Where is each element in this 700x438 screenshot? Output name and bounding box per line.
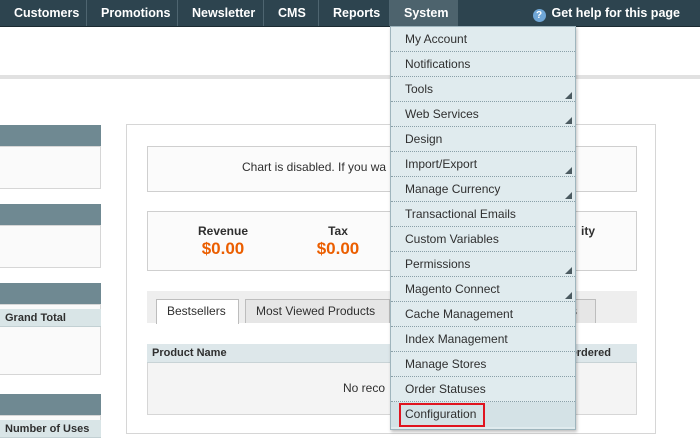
menu-item-tools[interactable]: Tools [391, 77, 575, 102]
column-product-name: Product Name [152, 347, 227, 359]
help-label: Get help for this page [551, 6, 681, 20]
nav-newsletter[interactable]: Newsletter [178, 0, 264, 26]
top-nav: Customers Promotions Newsletter CMS Repo… [0, 0, 700, 27]
system-menu-dropdown: My Account Notifications Tools Web Servi… [390, 26, 576, 430]
menu-item-design[interactable]: Design [391, 127, 575, 152]
revenue-total: Revenue $0.00 [188, 224, 258, 259]
submenu-arrow-icon [565, 117, 572, 124]
submenu-arrow-icon [565, 292, 572, 299]
menu-item-label: Cache Management [405, 307, 514, 321]
menu-item-permissions[interactable]: Permissions [391, 252, 575, 277]
menu-item-label: Magento Connect [405, 282, 500, 296]
tax-total: Tax $0.00 [303, 224, 373, 259]
menu-item-notifications[interactable]: Notifications [391, 52, 575, 77]
menu-item-label: My Account [405, 32, 468, 46]
tax-label: Tax [328, 224, 348, 238]
nav-reports[interactable]: Reports [319, 0, 390, 26]
menu-item-cache-management[interactable]: Cache Management [391, 302, 575, 327]
menu-item-label: Custom Variables [405, 232, 499, 246]
submenu-arrow-icon [565, 92, 572, 99]
number-of-uses-column-header: Number of Uses [0, 420, 101, 438]
nav-cms[interactable]: CMS [264, 0, 319, 26]
sidebar-section-header [0, 283, 101, 304]
help-link[interactable]: ? Get help for this page [532, 0, 681, 26]
menu-item-order-statuses[interactable]: Order Statuses [391, 377, 575, 402]
menu-item-label: Manage Currency [405, 182, 501, 196]
submenu-arrow-icon [565, 192, 572, 199]
menu-item-label: Manage Stores [405, 357, 487, 371]
menu-item-label: Design [405, 132, 443, 146]
menu-item-custom-variables[interactable]: Custom Variables [391, 227, 575, 252]
menu-item-label: Import/Export [405, 157, 478, 171]
tax-value: $0.00 [316, 239, 360, 258]
nav-promotions[interactable]: Promotions [87, 0, 178, 26]
menu-item-label: Transactional Emails [405, 207, 516, 221]
menu-item-label: Notifications [405, 57, 471, 71]
sidebar-section-header [0, 125, 101, 146]
help-icon: ? [532, 9, 546, 22]
quantity-total: ity [573, 224, 603, 238]
menu-item-label: Permissions [405, 257, 471, 271]
menu-item-my-account[interactable]: My Account [391, 27, 575, 52]
nav-customers[interactable]: Customers [0, 0, 87, 26]
sidebar-section-header [0, 204, 101, 225]
grand-total-column-header: Grand Total [0, 309, 101, 327]
header-divider [0, 75, 700, 79]
tab-bestsellers[interactable]: Bestsellers [156, 299, 239, 324]
sidebar-section-body [0, 225, 101, 268]
configuration-highlight-box [399, 403, 485, 427]
revenue-value: $0.00 [201, 239, 245, 258]
no-records-text: No reco [343, 381, 386, 395]
menu-item-import-export[interactable]: Import/Export [391, 152, 575, 177]
menu-item-web-services[interactable]: Web Services [391, 102, 575, 127]
menu-item-label: Order Statuses [405, 382, 486, 396]
revenue-label: Revenue [197, 224, 249, 238]
chart-disabled-text: Chart is disabled. If you wa [242, 160, 387, 174]
sidebar-section-body [0, 146, 101, 189]
menu-item-magento-connect[interactable]: Magento Connect [391, 277, 575, 302]
submenu-arrow-icon [565, 167, 572, 174]
tab-most-viewed-products[interactable]: Most Viewed Products [245, 299, 390, 323]
menu-item-index-management[interactable]: Index Management [391, 327, 575, 352]
quantity-label: ity [580, 224, 595, 238]
menu-item-transactional-emails[interactable]: Transactional Emails [391, 202, 575, 227]
submenu-arrow-icon [565, 267, 572, 274]
menu-item-label: Web Services [405, 107, 479, 121]
page-header [0, 27, 700, 73]
menu-item-label: Tools [405, 82, 434, 96]
menu-item-label: Index Management [405, 332, 508, 346]
sidebar-section-header [0, 394, 101, 415]
menu-item-manage-currency[interactable]: Manage Currency [391, 177, 575, 202]
menu-item-manage-stores[interactable]: Manage Stores [391, 352, 575, 377]
nav-system[interactable]: System [390, 0, 458, 26]
